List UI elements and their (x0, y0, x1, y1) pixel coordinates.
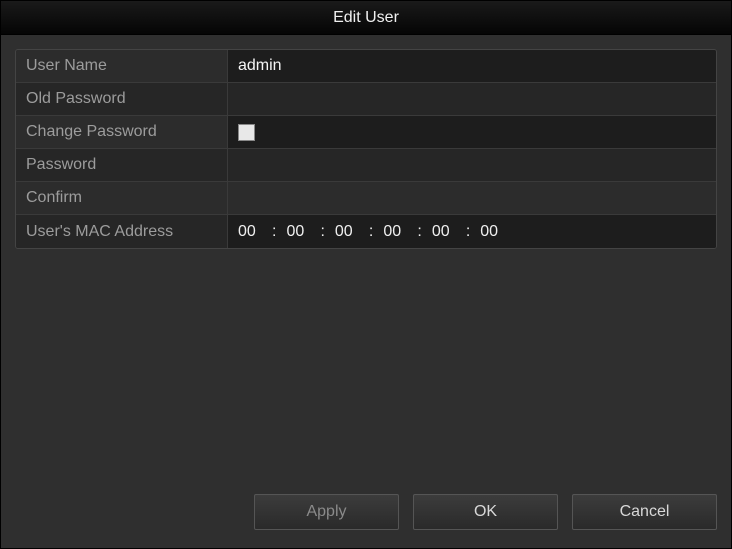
form-content: User Name Old Password Change Password P… (1, 35, 731, 488)
form-table: User Name Old Password Change Password P… (15, 49, 717, 249)
row-change-password: Change Password (16, 116, 716, 149)
mac-seg-4[interactable]: 00 (432, 223, 456, 241)
row-confirm: Confirm (16, 182, 716, 215)
change-password-checkbox[interactable] (238, 124, 255, 141)
password-input[interactable] (238, 156, 706, 174)
cell-password (228, 149, 716, 181)
label-old-password: Old Password (16, 83, 228, 115)
label-password: Password (16, 149, 228, 181)
mac-seg-2[interactable]: 00 (335, 223, 359, 241)
row-mac-address: User's MAC Address 00 :00 :00 :00 :00 :0… (16, 215, 716, 248)
old-password-input[interactable] (238, 90, 706, 108)
label-user-name: User Name (16, 50, 228, 82)
mac-sep: : (369, 223, 373, 241)
cancel-button[interactable]: Cancel (572, 494, 717, 530)
mac-seg-3[interactable]: 00 (383, 223, 407, 241)
mac-sep: : (320, 223, 324, 241)
row-password: Password (16, 149, 716, 182)
cell-change-password (228, 116, 716, 148)
mac-sep: : (272, 223, 276, 241)
label-change-password: Change Password (16, 116, 228, 148)
label-mac-address: User's MAC Address (16, 215, 228, 248)
cell-confirm (228, 182, 716, 214)
dialog-title-text: Edit User (333, 9, 399, 27)
mac-seg-1[interactable]: 00 (286, 223, 310, 241)
row-user-name: User Name (16, 50, 716, 83)
mac-sep: : (466, 223, 470, 241)
confirm-input[interactable] (238, 189, 706, 207)
mac-seg-5[interactable]: 00 (480, 223, 504, 241)
dialog-title: Edit User (1, 1, 731, 35)
mac-input-group[interactable]: 00 :00 :00 :00 :00 :00 (238, 223, 504, 241)
row-old-password: Old Password (16, 83, 716, 116)
label-confirm: Confirm (16, 182, 228, 214)
mac-seg-0[interactable]: 00 (238, 223, 262, 241)
dialog-footer: Apply OK Cancel (1, 488, 731, 548)
apply-button[interactable]: Apply (254, 494, 399, 530)
ok-button[interactable]: OK (413, 494, 558, 530)
mac-sep: : (417, 223, 421, 241)
user-name-input[interactable] (238, 57, 706, 75)
cell-old-password (228, 83, 716, 115)
cell-user-name (228, 50, 716, 82)
cell-mac-address: 00 :00 :00 :00 :00 :00 (228, 215, 716, 248)
